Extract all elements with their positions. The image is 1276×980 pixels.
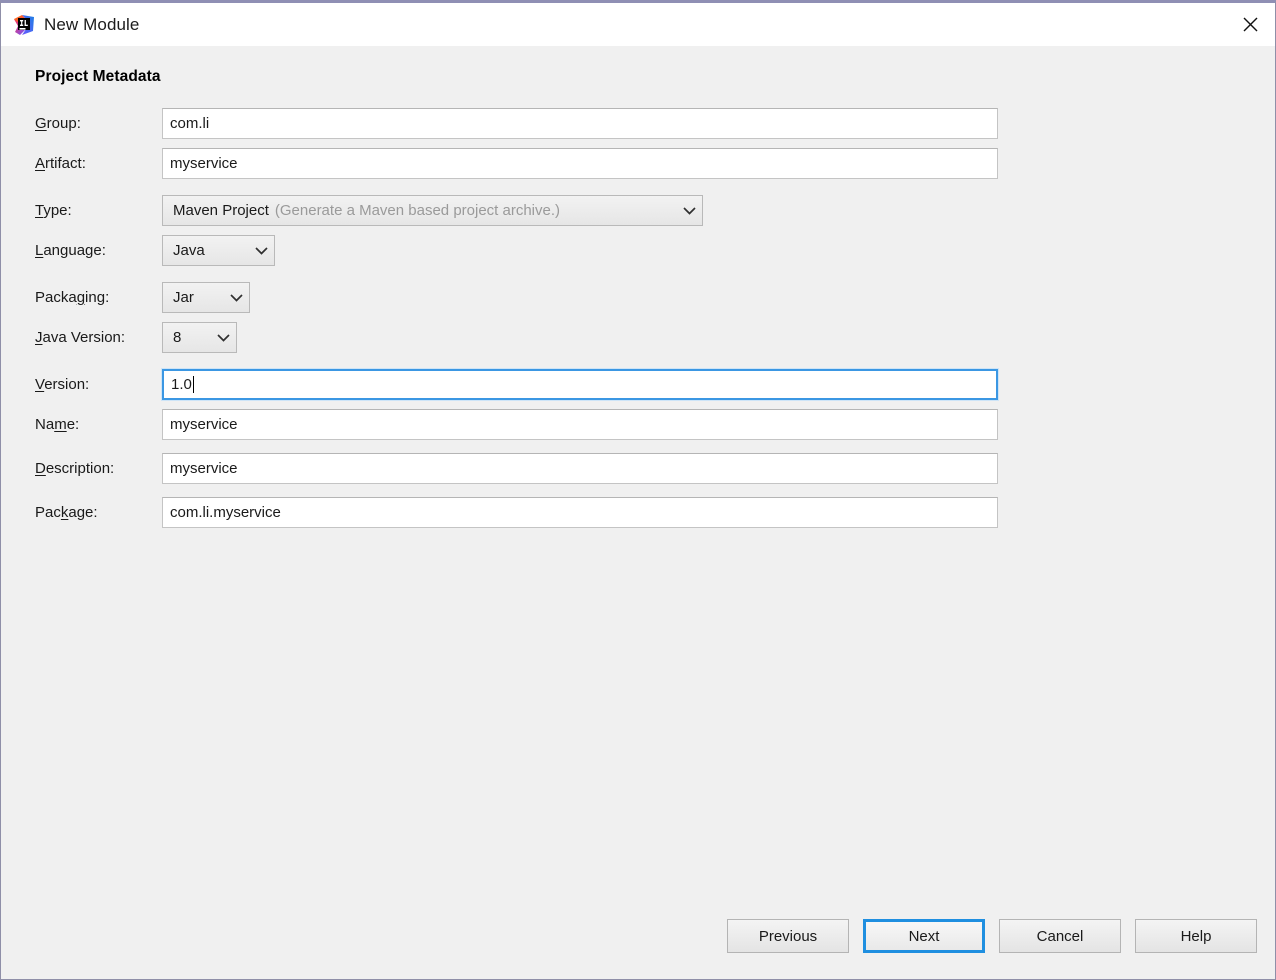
- page-title: Project Metadata: [35, 68, 161, 85]
- help-button[interactable]: Help: [1135, 919, 1257, 953]
- form-row-package: Package: com.li.myservice: [35, 497, 1241, 528]
- cancel-button[interactable]: Cancel: [999, 919, 1121, 953]
- group-label: Group:: [35, 115, 81, 132]
- package-input[interactable]: com.li.myservice: [162, 497, 998, 528]
- form-row-description: Description: myservice: [35, 453, 1241, 484]
- package-label: Package:: [35, 504, 98, 521]
- description-label: Description:: [35, 460, 115, 477]
- form-row-language: Language: Java: [35, 235, 1241, 266]
- packaging-label: Packaging:: [35, 289, 110, 306]
- window-title: New Module: [44, 14, 140, 34]
- dialog-content: Project Metadata Group: com.li Artifact:…: [1, 46, 1275, 979]
- dialog-footer: Previous Next Cancel Help: [1, 911, 1275, 979]
- chevron-down-icon: [683, 206, 696, 215]
- form-row-group: Group: com.li: [35, 108, 1241, 139]
- language-label: Language:: [35, 242, 106, 259]
- type-combobox[interactable]: Maven Project (Generate a Maven based pr…: [162, 195, 703, 226]
- title-bar: New Module: [1, 3, 1275, 46]
- java-version-label: Java Version:: [35, 329, 126, 346]
- chevron-down-icon: [230, 293, 243, 302]
- packaging-combobox[interactable]: Jar: [162, 282, 250, 313]
- form-row-type: Type: Maven Project (Generate a Maven ba…: [35, 195, 1241, 226]
- description-input[interactable]: myservice: [162, 453, 998, 484]
- name-input[interactable]: myservice: [162, 409, 998, 440]
- new-module-dialog: New Module Project Metadata Group: com.l…: [0, 0, 1276, 980]
- type-label: Type:: [35, 202, 72, 219]
- form-row-java-version: Java Version: 8: [35, 322, 1241, 353]
- type-combobox-hint: (Generate a Maven based project archive.…: [274, 202, 561, 219]
- intellij-idea-icon: [13, 14, 35, 36]
- title-bar-left: New Module: [13, 14, 140, 36]
- next-button[interactable]: Next: [863, 919, 985, 953]
- close-button[interactable]: [1225, 3, 1275, 46]
- chevron-down-icon: [255, 246, 268, 255]
- version-label: Version:: [35, 376, 90, 393]
- close-icon: [1243, 17, 1257, 32]
- name-label: Name:: [35, 416, 80, 433]
- type-combobox-value: Maven Project: [173, 202, 269, 219]
- previous-button[interactable]: Previous: [727, 919, 849, 953]
- version-input[interactable]: 1.0: [162, 369, 998, 400]
- packaging-combobox-value: Jar: [173, 289, 194, 306]
- artifact-label: Artifact:: [35, 155, 86, 172]
- chevron-down-icon: [217, 333, 230, 342]
- form-row-packaging: Packaging: Jar: [35, 282, 1241, 313]
- form-row-artifact: Artifact: myservice: [35, 148, 1241, 179]
- text-caret: [192, 376, 194, 393]
- java-version-combobox-value: 8: [173, 329, 182, 346]
- form-row-version: Version: 1.0: [35, 369, 1241, 400]
- artifact-input[interactable]: myservice: [162, 148, 998, 179]
- form-row-name: Name: myservice: [35, 409, 1241, 440]
- language-combobox[interactable]: Java: [162, 235, 275, 266]
- version-input-value: 1.0: [171, 376, 192, 393]
- group-input[interactable]: com.li: [162, 108, 998, 139]
- language-combobox-value: Java: [173, 242, 205, 259]
- java-version-combobox[interactable]: 8: [162, 322, 237, 353]
